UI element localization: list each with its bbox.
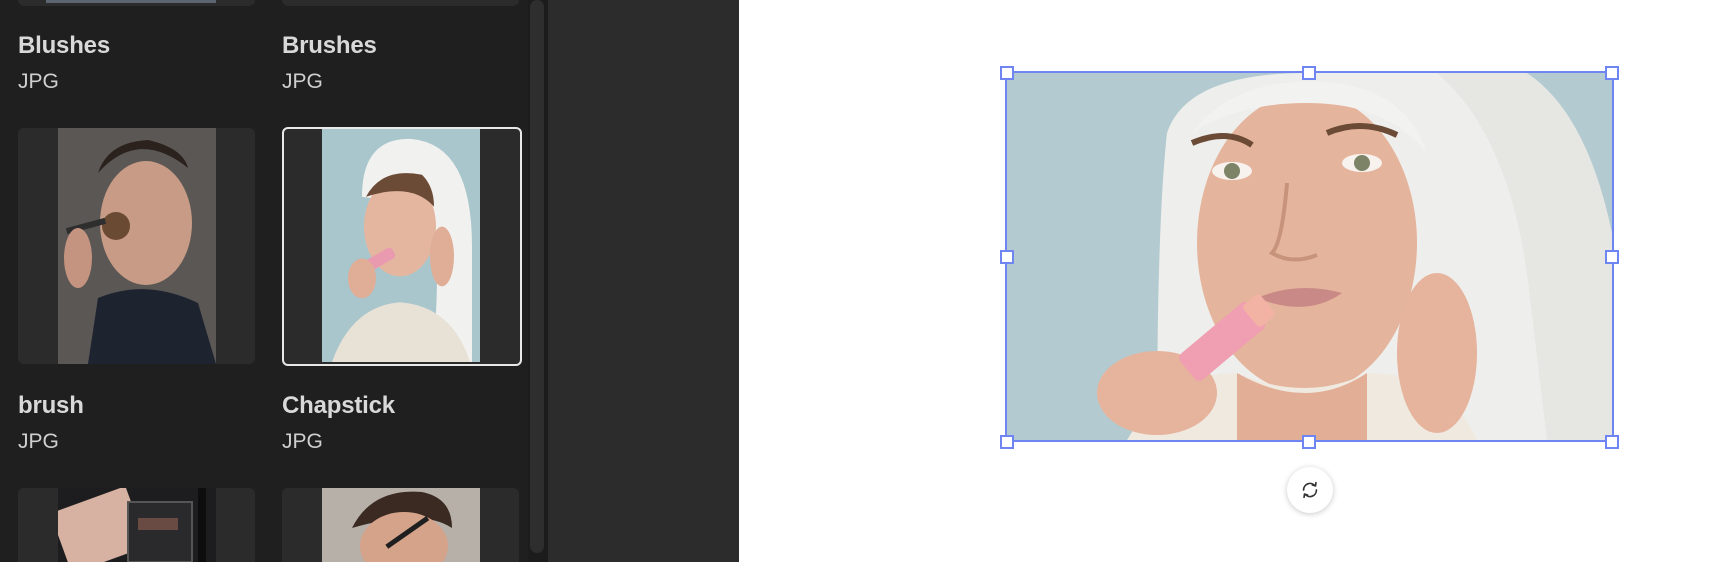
selected-canvas-image[interactable]: [1005, 71, 1614, 442]
resize-handle-right[interactable]: [1605, 250, 1619, 264]
panel-gutter: [548, 0, 739, 562]
rotate-button[interactable]: [1287, 467, 1333, 513]
resize-handle-bottom-left[interactable]: [1000, 435, 1014, 449]
photo-thumbnail-icon: [322, 488, 480, 562]
media-tile-mascara[interactable]: [282, 488, 519, 562]
media-tile-chapstick[interactable]: [282, 127, 522, 366]
photo-thumbnail-icon: [58, 488, 216, 562]
media-item-name[interactable]: brush: [18, 392, 84, 420]
photo-thumbnail-icon: [322, 129, 480, 362]
media-item-name[interactable]: Chapstick: [282, 392, 395, 420]
media-item-type: JPG: [18, 430, 59, 453]
resize-handle-bottom[interactable]: [1302, 435, 1316, 449]
media-library-panel: Blushes JPG Brushes JPG brush JPG Chapst…: [0, 0, 548, 562]
media-item-name[interactable]: Blushes: [18, 32, 110, 60]
rotate-icon: [1302, 481, 1318, 499]
media-item-type: JPG: [18, 70, 59, 93]
scrollbar-thumb[interactable]: [530, 0, 544, 553]
media-item-name[interactable]: Brushes: [282, 32, 377, 60]
resize-handle-top[interactable]: [1302, 66, 1316, 80]
media-item-type: JPG: [282, 70, 323, 93]
media-item-type: JPG: [282, 430, 323, 453]
resize-handle-bottom-right[interactable]: [1605, 435, 1619, 449]
photo-chapstick-icon: [1007, 73, 1612, 440]
media-tile-blushes-thumb[interactable]: [18, 0, 255, 6]
resize-handle-left[interactable]: [1000, 250, 1014, 264]
media-tile-brush[interactable]: [18, 128, 255, 364]
resize-handle-top-left[interactable]: [1000, 66, 1014, 80]
photo-thumbnail-icon: [46, 0, 216, 3]
photo-thumbnail-icon: [58, 128, 216, 364]
resize-handle-top-right[interactable]: [1605, 66, 1619, 80]
media-tile-brushes-thumb[interactable]: [282, 0, 519, 6]
media-tile-makeup[interactable]: [18, 488, 255, 562]
